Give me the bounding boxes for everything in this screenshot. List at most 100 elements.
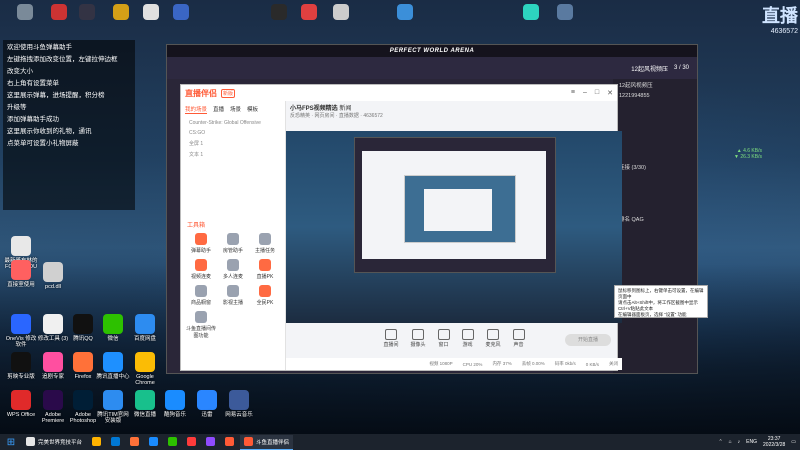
desktop-icon[interactable]: 腾讯直播中心	[96, 352, 130, 380]
tool-item[interactable]: 房管助手	[217, 233, 249, 254]
taskbar-app[interactable]	[145, 435, 162, 449]
arena-row[interactable]: 排名 QAG	[613, 213, 697, 225]
tool-item[interactable]: 直播PK	[249, 259, 281, 280]
desktop-icon[interactable]: 迅雷	[190, 390, 224, 418]
desktop-icon[interactable]: 腾讯TIM官网安装版	[96, 390, 130, 424]
desktop-icon[interactable]	[70, 4, 104, 22]
desktop-icon[interactable]	[164, 4, 198, 22]
language-indicator[interactable]: ENG	[746, 439, 757, 445]
desktop-icon[interactable]: pcd.dll	[36, 262, 70, 290]
desktop-icon[interactable]	[104, 4, 138, 22]
desktop-icon[interactable]: WPS Office	[4, 390, 38, 418]
desktop-icon[interactable]	[8, 4, 42, 22]
desktop-icon[interactable]: 直接室使用	[4, 260, 38, 288]
desktop-icon[interactable]	[548, 4, 582, 22]
desktop-icon[interactable]: 剪映专业版	[4, 352, 38, 380]
taskbar-app[interactable]	[164, 435, 181, 449]
tool-item[interactable]: 弹幕助手	[185, 233, 217, 254]
taskbar-app[interactable]	[107, 435, 124, 449]
desktop-icon[interactable]: Google Chrome	[128, 352, 162, 386]
network-icon[interactable]: ⌂	[729, 439, 732, 445]
desktop-icon[interactable]	[514, 4, 548, 22]
minimize-icon[interactable]: –	[583, 89, 587, 97]
taskbar-app[interactable]	[88, 435, 105, 449]
desktop-icon[interactable]: Adobe Photoshop	[66, 390, 100, 424]
scene-item[interactable]: 文本 1	[181, 149, 285, 160]
desktop-icon[interactable]	[388, 4, 422, 22]
clock[interactable]: 23:37 2022/3/28	[763, 436, 785, 448]
notification-icon[interactable]: ▭	[791, 439, 796, 445]
taskbar-app-icon	[149, 437, 159, 446]
arena-room-name[interactable]: 12起风视频压	[631, 64, 668, 73]
live-companion-window[interactable]: 直播伴侣 新版 ≡ – □ ✕ 我的场景 直播 场景 模板 Counter-St…	[180, 84, 622, 371]
desktop-icon[interactable]	[324, 4, 358, 22]
app-logo: 直播伴侣	[185, 88, 217, 98]
close-icon[interactable]: ✕	[607, 89, 613, 97]
scene-item[interactable]: CS:GO	[181, 128, 285, 138]
volume-icon[interactable]: ♪	[738, 439, 741, 445]
tool-item[interactable]: 多人连麦	[217, 259, 249, 280]
tool-item[interactable]: 视频连麦	[185, 259, 217, 280]
arena-row[interactable]: 1221994855	[613, 91, 697, 101]
taskbar-app[interactable]	[183, 435, 200, 449]
windows-start-icon[interactable]: ⊞	[0, 437, 22, 448]
desktop-icon-label: 腾讯直播中心	[96, 374, 130, 380]
desktop-icon[interactable]: Firefox	[66, 352, 100, 380]
desktop-icon[interactable]	[292, 4, 326, 22]
app-icon	[135, 390, 155, 410]
tool-item[interactable]: 商品橱窗	[185, 285, 217, 306]
desktop-icon[interactable]: OneVis 修改软件	[4, 314, 38, 348]
source-tool-button[interactable]: 声音	[512, 328, 525, 348]
desktop-icon[interactable]: 微信直播	[128, 390, 162, 418]
tab-scene[interactable]: 场景	[230, 105, 241, 114]
stream-preview[interactable]	[286, 131, 622, 323]
app-icon	[43, 390, 63, 410]
app-icon	[143, 4, 159, 20]
tray-arrow-icon[interactable]: ⌃	[718, 439, 722, 445]
room-subtitle: 反恐精英 · 网页房间 · 直播数据 · 4636572	[290, 113, 383, 119]
desktop-icon[interactable]: 网易云音乐	[222, 390, 256, 418]
menu-icon[interactable]: ≡	[571, 89, 575, 97]
tool-item[interactable]: 全民PK	[249, 285, 281, 306]
taskbar-app[interactable]: 斗鱼直播伴侣	[240, 434, 294, 450]
desktop-icon-label: 微信	[107, 336, 119, 342]
source-tool-button[interactable]: 直播间	[383, 328, 398, 348]
source-tool-button[interactable]: 麦克风	[486, 328, 501, 348]
desktop-icon[interactable]: 酷狗音乐	[158, 390, 192, 418]
arena-row[interactable]: 连接 (3/30)	[613, 161, 697, 173]
taskbar-app[interactable]	[126, 435, 143, 449]
desktop-icon[interactable]: 修改工具 (3)	[36, 314, 70, 342]
desktop-icon[interactable]: 微信	[96, 314, 130, 342]
taskbar-app[interactable]: 完美世界竞技平台	[22, 435, 86, 449]
desktop-icon[interactable]	[262, 4, 296, 22]
desktop-icon[interactable]: 追剧专家	[36, 352, 70, 380]
stream-widget[interactable]: 直播 4636572	[726, 2, 798, 35]
desktop-icon-label: 网易云音乐	[225, 412, 253, 418]
scene-item[interactable]: Counter-Strike: Global Offensive	[181, 118, 285, 128]
start-live-button[interactable]: 开始直播	[565, 334, 611, 346]
app-icon	[11, 236, 31, 256]
desktop-icon[interactable]: 腾讯QQ	[66, 314, 100, 342]
source-tool-button[interactable]: 窗口	[437, 328, 450, 348]
tab-template[interactable]: 模板	[247, 105, 258, 114]
tool-item[interactable]: 影视主播	[217, 285, 249, 306]
maximize-icon[interactable]: □	[595, 89, 599, 97]
scene-item[interactable]: 全屏 1	[181, 138, 285, 149]
danmu-helper-overlay[interactable]: 欢迎使用斗鱼弹幕助手 左键拖拽添加改变位置，左键拉伸边框 改变大小 右上角有设置…	[3, 40, 135, 210]
app-icon	[73, 352, 93, 372]
desktop-icon[interactable]: Adobe Premiere	[36, 390, 70, 424]
room-panel: 小马FPS视频精选 新闻 反恐精英 · 网页房间 · 直播数据 · 463657…	[286, 101, 622, 370]
arena-row[interactable]: 12起风视频压	[613, 79, 697, 91]
taskbar-app[interactable]	[221, 435, 238, 449]
source-tool-button[interactable]: 摄像头	[410, 328, 426, 348]
taskbar-app[interactable]	[202, 435, 219, 449]
taskbar-app-icon	[244, 437, 254, 446]
tool-label: 商品橱窗	[190, 300, 211, 306]
source-tool-button[interactable]: 游戏	[461, 328, 474, 348]
tool-item[interactable]: 斗鱼直播间传图功能	[185, 311, 217, 339]
tool-item[interactable]: 主播任务	[249, 233, 281, 254]
desktop-icon[interactable]	[134, 4, 168, 22]
desktop-icon[interactable]: 百度网盘	[128, 314, 162, 342]
tab-my-scene[interactable]: 我的场景	[185, 105, 208, 114]
tab-live[interactable]: 直播	[213, 105, 224, 114]
